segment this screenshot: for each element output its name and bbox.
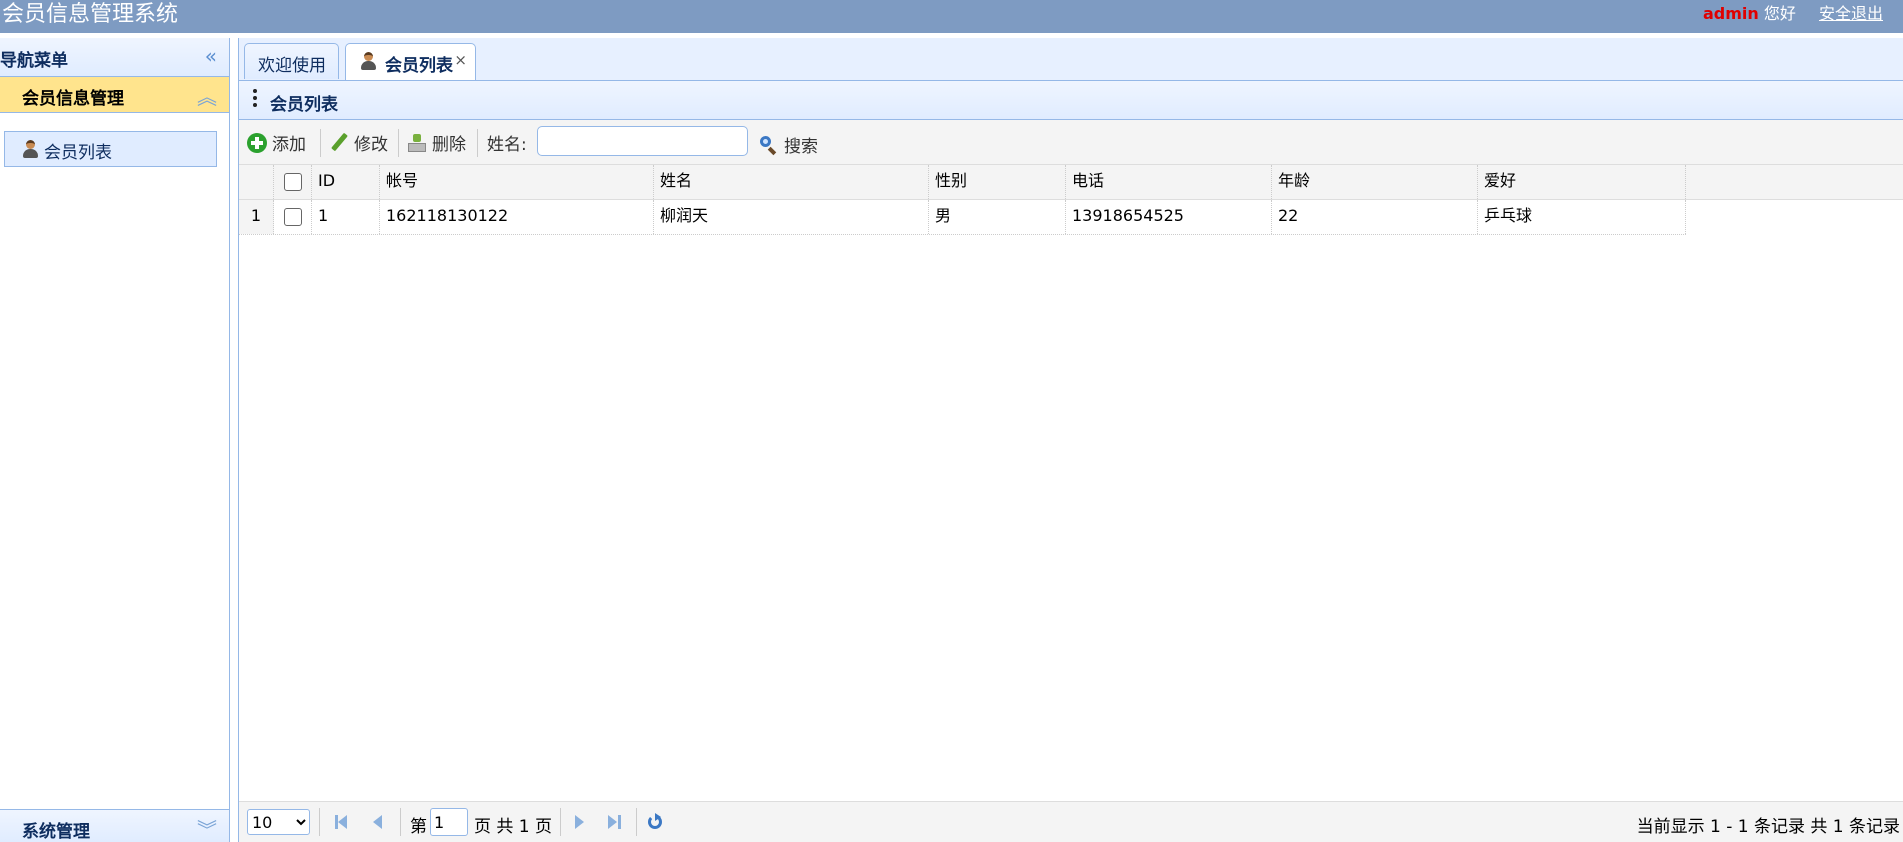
sidebar: 导航菜单 « 会员信息管理 ︽ 会员列表 系统管理 ︾ xyxy=(0,38,230,842)
tab-bar: 欢迎使用 会员列表 × xyxy=(239,38,1903,81)
delete-icon xyxy=(407,133,427,153)
tab-member-list[interactable]: 会员列表 × xyxy=(345,43,476,80)
column-header-gender[interactable]: 性别 xyxy=(929,165,1066,199)
user-name: admin xyxy=(1702,4,1759,23)
user-icon xyxy=(360,52,377,70)
toolbar-divider xyxy=(477,129,478,157)
search-icon xyxy=(759,135,779,155)
pager-divider xyxy=(560,808,561,836)
pagination-bar: 10 第 页 共 1 页 当前显示 1 - 1 条记录 共 1 条记录 xyxy=(239,801,1903,842)
tab-label: 欢迎使用 xyxy=(258,56,326,76)
toolbar-divider xyxy=(320,129,321,157)
cell-age: 22 xyxy=(1272,200,1478,234)
prev-page-button[interactable] xyxy=(369,814,385,830)
next-page-button[interactable] xyxy=(572,814,588,830)
delete-button[interactable]: 删除 xyxy=(407,130,466,155)
sidebar-item-label: 会员列表 xyxy=(44,143,112,163)
add-label: 添加 xyxy=(272,135,306,155)
pager-divider xyxy=(400,808,401,836)
tab-label: 会员列表 xyxy=(385,56,453,76)
search-name-label: 姓名: xyxy=(487,135,527,155)
select-all-cell xyxy=(274,165,312,199)
app-header: 会员信息管理系统 admin 您好 安全退出 xyxy=(0,0,1903,33)
toolbar-divider xyxy=(398,129,399,157)
table-header: ID 帐号 姓名 性别 电话 年龄 爱好 xyxy=(239,165,1903,200)
sidebar-group-member-info[interactable]: 会员信息管理 ︽ xyxy=(0,77,229,113)
first-page-button[interactable] xyxy=(334,814,350,830)
rownum-header xyxy=(239,165,274,199)
column-header-age[interactable]: 年龄 xyxy=(1272,165,1478,199)
toolbar: 添加 修改 删除 姓名: 搜索 xyxy=(239,120,1903,165)
app-title: 会员信息管理系统 xyxy=(2,2,179,27)
cell-account: 162118130122 xyxy=(380,200,654,234)
table-row[interactable]: 1 1 162118130122 柳润天 男 13918654525 22 乒乓… xyxy=(239,200,1686,235)
user-icon xyxy=(22,140,39,158)
tab-welcome[interactable]: 欢迎使用 xyxy=(244,43,339,79)
main-area: 欢迎使用 会员列表 × 会员列表 添加 修改 删除 姓名: 搜索 ID 帐号 姓… xyxy=(238,38,1903,842)
last-page-button[interactable] xyxy=(607,814,623,830)
sidebar-group-title: 系统管理 xyxy=(22,822,90,842)
edit-label: 修改 xyxy=(354,135,388,155)
refresh-icon[interactable] xyxy=(647,813,663,829)
row-select-cell xyxy=(274,200,312,234)
close-icon[interactable]: × xyxy=(454,51,467,69)
column-header-account[interactable]: 帐号 xyxy=(380,165,654,199)
cell-gender: 男 xyxy=(929,200,1066,234)
pager-divider xyxy=(636,808,637,836)
chevron-up-icon[interactable]: ︽ xyxy=(197,81,217,110)
add-button[interactable]: 添加 xyxy=(247,130,306,155)
page-total: 页 共 1 页 xyxy=(474,817,553,837)
row-number: 1 xyxy=(239,200,274,234)
column-header-id[interactable]: ID xyxy=(312,165,380,199)
delete-label: 删除 xyxy=(432,135,466,155)
page-prefix: 第 xyxy=(410,817,427,837)
user-greeting: 您好 xyxy=(1763,4,1796,23)
panel-header: 会员列表 xyxy=(239,81,1903,120)
search-button[interactable]: 搜索 xyxy=(759,132,818,157)
pager-divider xyxy=(319,808,320,836)
cell-name: 柳润天 xyxy=(654,200,929,234)
panel-title: 会员列表 xyxy=(270,95,338,115)
logout-link[interactable]: 安全退出 xyxy=(1819,4,1883,23)
cell-id: 1 xyxy=(312,200,380,234)
column-header-phone[interactable]: 电话 xyxy=(1066,165,1272,199)
cell-hobby: 乒乓球 xyxy=(1478,200,1686,234)
pencil-icon xyxy=(329,133,349,153)
edit-button[interactable]: 修改 xyxy=(329,130,388,155)
sidebar-title: 导航菜单 xyxy=(0,51,68,71)
row-checkbox[interactable] xyxy=(283,207,302,226)
add-icon xyxy=(247,133,267,153)
chevron-down-icon[interactable]: ︾ xyxy=(197,814,217,842)
collapse-left-icon[interactable]: « xyxy=(205,44,217,68)
column-header-hobby[interactable]: 爱好 xyxy=(1478,165,1686,199)
page-number-input[interactable] xyxy=(430,808,468,836)
search-label: 搜索 xyxy=(784,137,818,157)
select-all-checkbox[interactable] xyxy=(283,172,302,191)
sidebar-item-member-list[interactable]: 会员列表 xyxy=(4,131,217,167)
more-vertical-icon xyxy=(253,89,257,111)
sidebar-group-system[interactable]: 系统管理 ︾ xyxy=(0,809,229,842)
sidebar-group-title: 会员信息管理 xyxy=(22,89,124,109)
page-size-select[interactable]: 10 xyxy=(247,809,310,835)
sidebar-header: 导航菜单 « xyxy=(0,38,229,77)
record-info: 当前显示 1 - 1 条记录 共 1 条记录 xyxy=(1636,817,1900,837)
column-header-name[interactable]: 姓名 xyxy=(654,165,929,199)
cell-phone: 13918654525 xyxy=(1066,200,1272,234)
name-search-input[interactable] xyxy=(537,126,748,156)
user-area: admin 您好 安全退出 xyxy=(1703,3,1883,25)
